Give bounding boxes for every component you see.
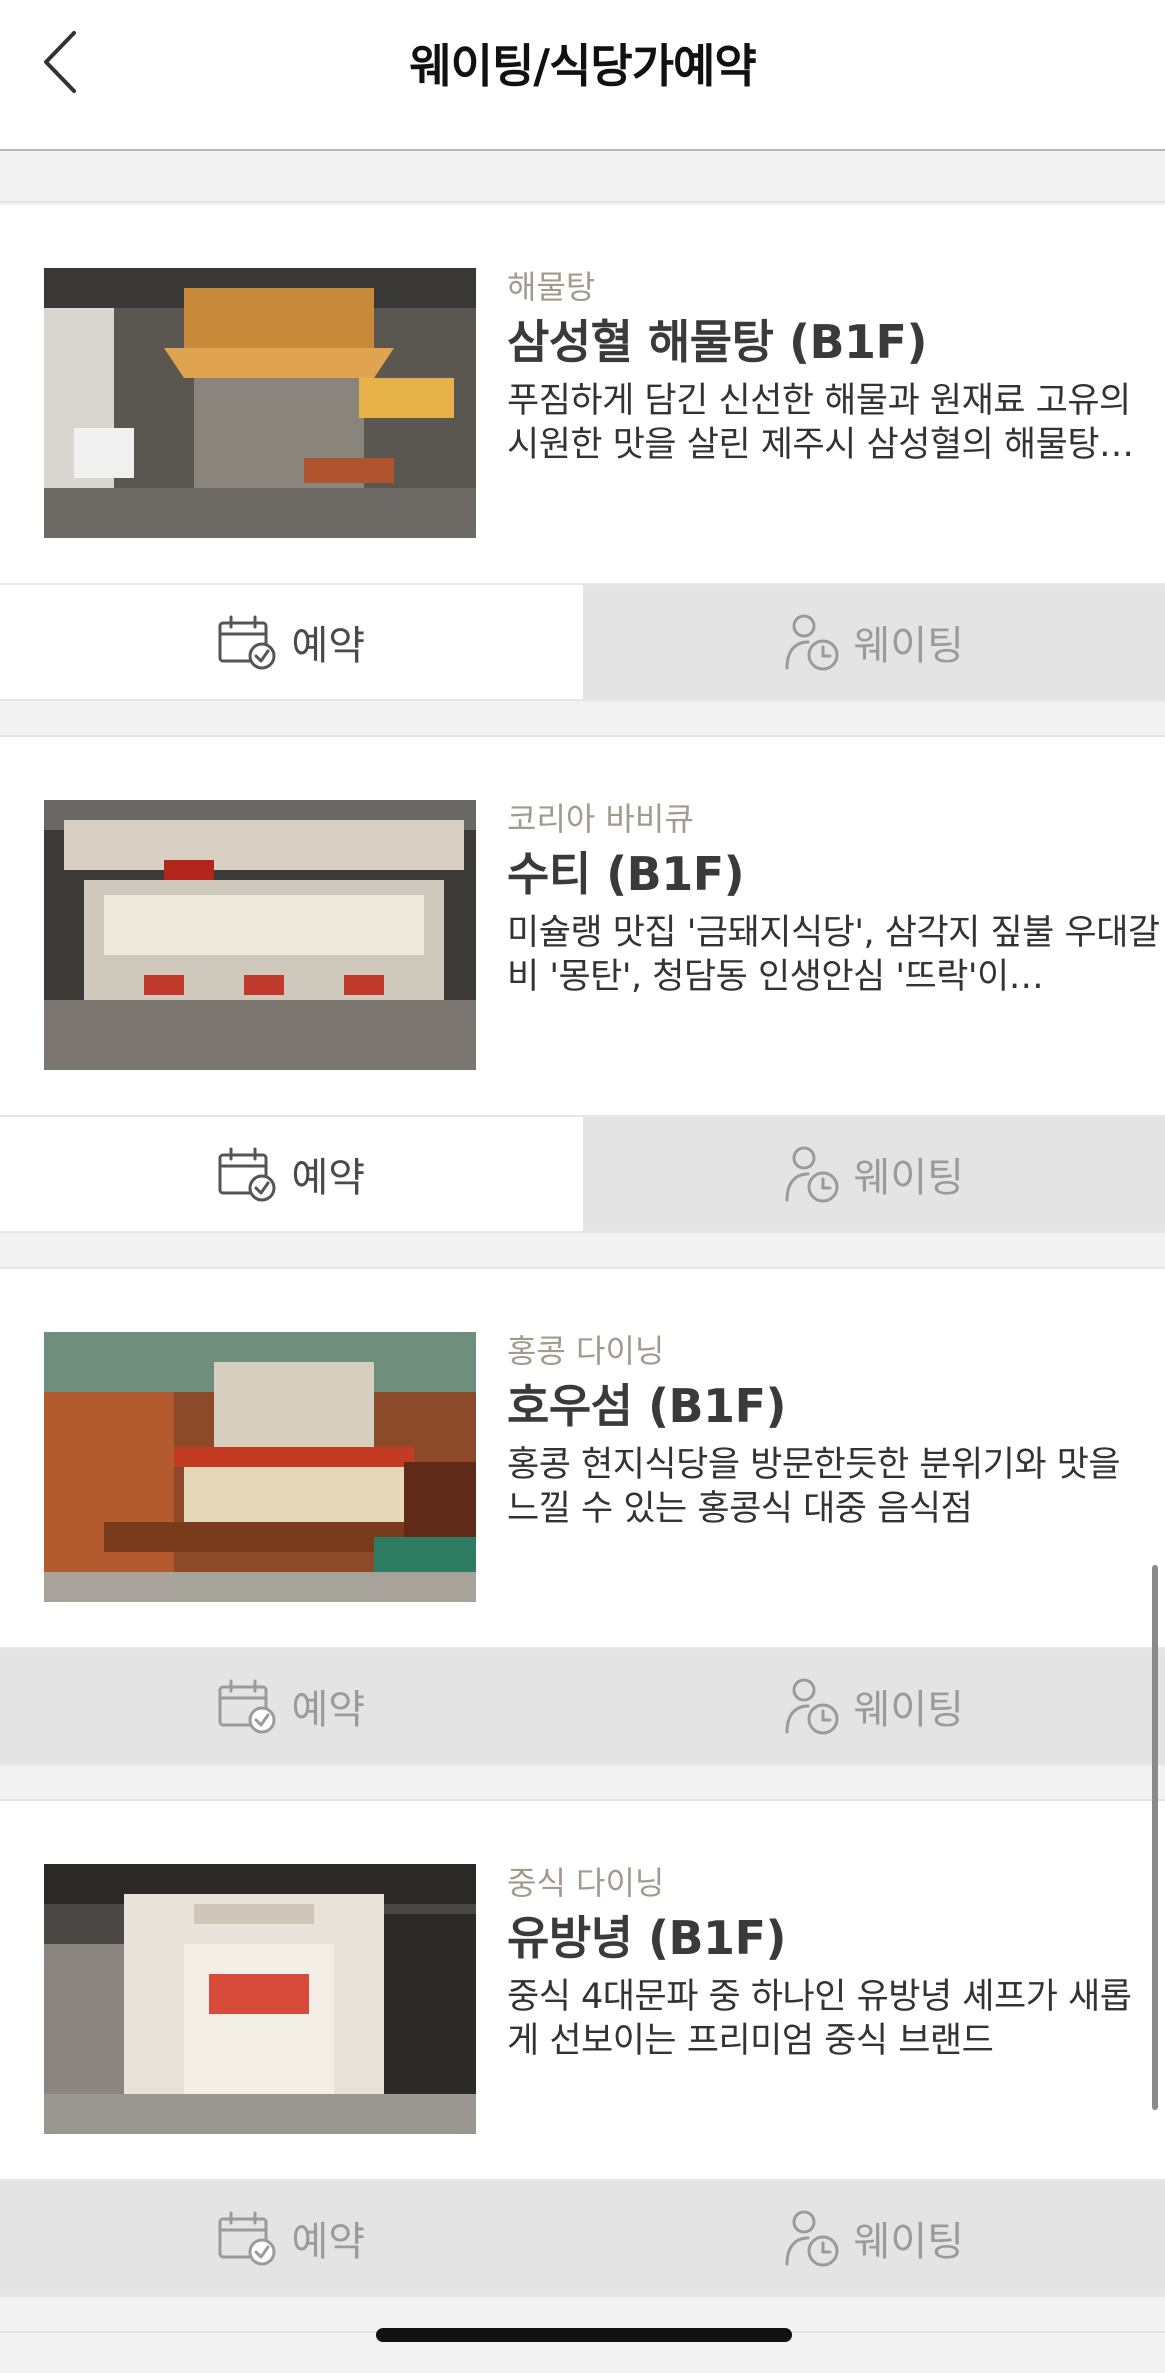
- restaurant-photo: [44, 800, 476, 1070]
- home-indicator[interactable]: [376, 2328, 792, 2342]
- restaurant-photo: [44, 1864, 476, 2134]
- restaurant-info: 홍콩 다이닝 호우섬 (B1F) 홍콩 현지식당을 방문한듯한 분위기와 맛을 …: [507, 1329, 1162, 1535]
- calendar-check-icon: [218, 615, 276, 670]
- waiting-label: 웨이팅: [853, 1155, 964, 1201]
- restaurant-photo: [44, 1332, 476, 1602]
- waiting-label: 웨이팅: [853, 1687, 964, 1733]
- waiting-label: 웨이팅: [853, 623, 964, 669]
- reserve-button[interactable]: 예약: [0, 585, 583, 699]
- scrollbar[interactable]: [1152, 1565, 1158, 2110]
- restaurant-photo: [44, 268, 476, 538]
- waiting-button[interactable]: 웨이팅: [582, 1117, 1165, 1231]
- person-clock-icon: [785, 1678, 839, 1735]
- restaurant-name[interactable]: 수티 (B1F): [507, 841, 1162, 907]
- calendar-check-icon: [218, 1147, 276, 1202]
- restaurant-actions: 예약 웨이팅: [0, 2179, 1165, 2297]
- page-title: 웨이팅/식당가예약: [409, 39, 756, 93]
- restaurant-card: 코리아 바비큐 수티 (B1F) 미슐랭 맛집 '금돼지식당', 삼각지 짚불 …: [0, 737, 1165, 1233]
- list-top-divider: [0, 153, 1165, 203]
- card-separator: [0, 1233, 1165, 1269]
- restaurant-actions: 예약 웨이팅: [0, 583, 1165, 701]
- waiting-button[interactable]: 웨이팅: [582, 2181, 1165, 2295]
- restaurant-card: 홍콩 다이닝 호우섬 (B1F) 홍콩 현지식당을 방문한듯한 분위기와 맛을 …: [0, 1269, 1165, 1765]
- restaurant-category: 홍콩 다이닝: [507, 1332, 665, 1370]
- restaurant-category: 코리아 바비큐: [507, 800, 694, 838]
- calendar-check-icon: [218, 1679, 276, 1734]
- reserve-label: 예약: [291, 623, 366, 669]
- restaurant-thumbnail[interactable]: [44, 1332, 476, 1602]
- restaurant-list: 해물탕 삼성혈 해물탕 (B1F) 푸짐하게 담긴 신선한 해물과 원재료 고유…: [0, 205, 1165, 2333]
- card-separator: [0, 701, 1165, 737]
- restaurant-card-body[interactable]: 해물탕 삼성혈 해물탕 (B1F) 푸짐하게 담긴 신선한 해물과 원재료 고유…: [0, 205, 1165, 583]
- restaurant-actions: 예약 웨이팅: [0, 1647, 1165, 1765]
- waiting-label: 웨이팅: [853, 2219, 964, 2265]
- restaurant-description: 미슐랭 맛집 '금돼지식당', 삼각지 짚불 우대갈비 '몽탄', 청담동 인생…: [507, 913, 1160, 997]
- restaurant-card-body[interactable]: 코리아 바비큐 수티 (B1F) 미슐랭 맛집 '금돼지식당', 삼각지 짚불 …: [0, 737, 1165, 1115]
- restaurant-category: 해물탕: [507, 268, 596, 306]
- waiting-button[interactable]: 웨이팅: [582, 585, 1165, 699]
- reserve-button[interactable]: 예약: [0, 1117, 583, 1231]
- restaurant-info: 중식 다이닝 유방녕 (B1F) 중식 4대문파 중 하나인 유방녕 셰프가 새…: [507, 1861, 1162, 2067]
- restaurant-thumbnail[interactable]: [44, 1864, 476, 2134]
- card-separator: [0, 1765, 1165, 1801]
- reserve-label: 예약: [291, 2219, 366, 2265]
- reserve-button[interactable]: 예약: [0, 1649, 583, 1763]
- restaurant-description: 중식 4대문파 중 하나인 유방녕 셰프가 새롭게 선보이는 프리미엄 중식 브…: [507, 1977, 1132, 2061]
- restaurant-actions: 예약 웨이팅: [0, 1115, 1165, 1233]
- restaurant-name[interactable]: 삼성혈 해물탕 (B1F): [507, 309, 1162, 375]
- restaurant-thumbnail[interactable]: [44, 268, 476, 538]
- restaurant-name[interactable]: 유방녕 (B1F): [507, 1905, 1162, 1971]
- restaurant-card: 해물탕 삼성혈 해물탕 (B1F) 푸짐하게 담긴 신선한 해물과 원재료 고유…: [0, 205, 1165, 701]
- waiting-button[interactable]: 웨이팅: [582, 1649, 1165, 1763]
- reserve-label: 예약: [291, 1155, 366, 1201]
- person-clock-icon: [785, 1146, 839, 1203]
- restaurant-info: 코리아 바비큐 수티 (B1F) 미슐랭 맛집 '금돼지식당', 삼각지 짚불 …: [507, 797, 1162, 1003]
- person-clock-icon: [785, 2210, 839, 2267]
- app-header: 웨이팅/식당가예약: [0, 0, 1165, 151]
- reserve-label: 예약: [291, 1687, 366, 1733]
- reserve-button[interactable]: 예약: [0, 2181, 583, 2295]
- calendar-check-icon: [218, 2211, 276, 2266]
- person-clock-icon: [785, 614, 839, 671]
- restaurant-name[interactable]: 호우섬 (B1F): [507, 1373, 1162, 1439]
- restaurant-thumbnail[interactable]: [44, 800, 476, 1070]
- restaurant-card-body[interactable]: 중식 다이닝 유방녕 (B1F) 중식 4대문파 중 하나인 유방녕 셰프가 새…: [0, 1801, 1165, 2179]
- restaurant-info: 해물탕 삼성혈 해물탕 (B1F) 푸짐하게 담긴 신선한 해물과 원재료 고유…: [507, 265, 1162, 471]
- restaurant-card-body[interactable]: 홍콩 다이닝 호우섬 (B1F) 홍콩 현지식당을 방문한듯한 분위기와 맛을 …: [0, 1269, 1165, 1647]
- restaurant-description: 홍콩 현지식당을 방문한듯한 분위기와 맛을 느낄 수 있는 홍콩식 대중 음식…: [507, 1445, 1121, 1529]
- restaurant-card: 중식 다이닝 유방녕 (B1F) 중식 4대문파 중 하나인 유방녕 셰프가 새…: [0, 1801, 1165, 2297]
- restaurant-description: 푸짐하게 담긴 신선한 해물과 원재료 고유의 시원한 맛을 살린 제주시 삼성…: [507, 381, 1134, 465]
- restaurant-category: 중식 다이닝: [507, 1864, 665, 1902]
